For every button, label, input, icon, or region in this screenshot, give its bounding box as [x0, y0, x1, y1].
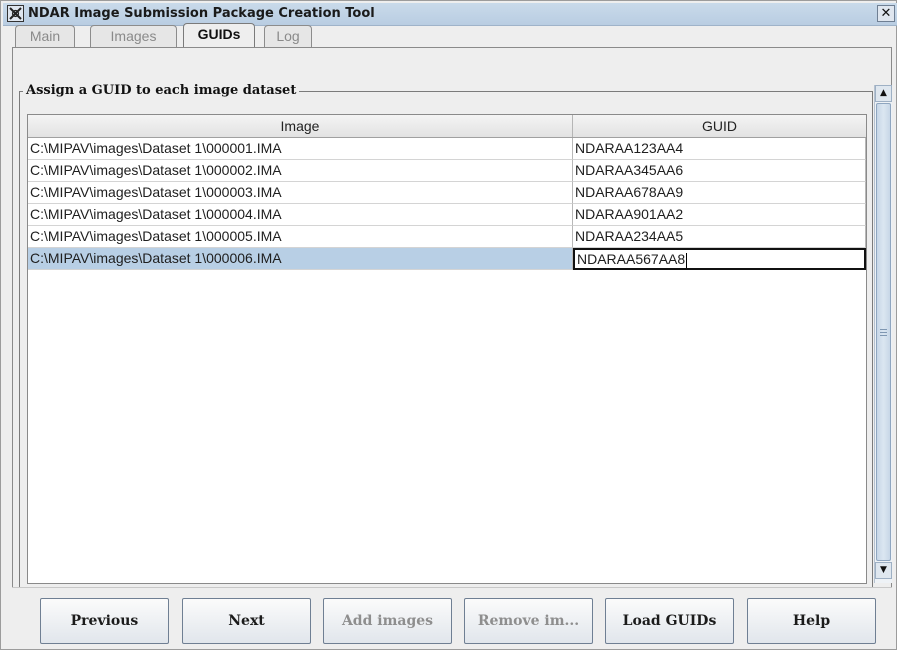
add-images-button[interactable]: Add images	[323, 598, 452, 644]
text-caret	[686, 252, 688, 268]
close-button[interactable]: ✕	[877, 5, 895, 22]
image-path-cell[interactable]: C:\MIPAV\images\Dataset 1\000006.IMA	[28, 248, 573, 270]
load-guids-button[interactable]: Load GUIDs	[605, 598, 734, 644]
guid-table: Image GUID C:\MIPAV\images\Dataset 1\000…	[27, 114, 867, 584]
ndar-app-icon	[7, 5, 24, 22]
table-row-selected[interactable]: C:\MIPAV\images\Dataset 1\000006.IMA NDA…	[28, 248, 866, 270]
guid-edit-value: NDARAA567AA8	[577, 251, 686, 267]
image-path-cell[interactable]: C:\MIPAV\images\Dataset 1\000004.IMA	[28, 204, 573, 226]
column-header-image[interactable]: Image	[28, 115, 573, 137]
title-bar[interactable]: NDAR Image Submission Package Creation T…	[3, 3, 897, 26]
scroll-down-arrow-icon[interactable]: ▼	[875, 562, 892, 579]
app-window: NDAR Image Submission Package Creation T…	[0, 0, 897, 650]
column-header-guid[interactable]: GUID	[573, 115, 866, 137]
remove-images-button[interactable]: Remove im...	[464, 598, 593, 644]
scrollbar-thumb[interactable]	[876, 103, 891, 561]
tab-guids[interactable]: GUIDs	[183, 23, 255, 48]
group-title: Assign a GUID to each image dataset	[23, 83, 300, 98]
tab-log[interactable]: Log	[264, 25, 312, 47]
previous-button[interactable]: Previous	[40, 598, 169, 644]
tab-images[interactable]: Images	[90, 25, 177, 47]
guid-cell[interactable]: NDARAA678AA9	[573, 182, 866, 204]
window-title: NDAR Image Submission Package Creation T…	[28, 6, 375, 21]
vertical-scrollbar[interactable]: ▲ ▼	[874, 85, 892, 583]
image-path-cell[interactable]: C:\MIPAV\images\Dataset 1\000002.IMA	[28, 160, 573, 182]
tab-main[interactable]: Main	[15, 25, 75, 47]
image-path-cell[interactable]: C:\MIPAV\images\Dataset 1\000001.IMA	[28, 138, 573, 160]
guid-cell[interactable]: NDARAA234AA5	[573, 226, 866, 248]
image-path-cell[interactable]: C:\MIPAV\images\Dataset 1\000003.IMA	[28, 182, 573, 204]
table-row[interactable]: C:\MIPAV\images\Dataset 1\000005.IMA NDA…	[28, 226, 866, 248]
divider	[12, 587, 892, 588]
guid-edit-field[interactable]: NDARAA567AA8	[573, 248, 866, 270]
help-button[interactable]: Help	[747, 598, 876, 644]
table-row[interactable]: C:\MIPAV\images\Dataset 1\000003.IMA NDA…	[28, 182, 866, 204]
table-header: Image GUID	[28, 115, 866, 138]
table-row[interactable]: C:\MIPAV\images\Dataset 1\000002.IMA NDA…	[28, 160, 866, 182]
grip-line	[880, 332, 887, 333]
scroll-up-arrow-icon[interactable]: ▲	[875, 85, 892, 102]
grip-line	[880, 335, 887, 336]
next-button[interactable]: Next	[182, 598, 311, 644]
grip-line	[880, 329, 887, 330]
table-row[interactable]: C:\MIPAV\images\Dataset 1\000004.IMA NDA…	[28, 204, 866, 226]
guid-cell[interactable]: NDARAA901AA2	[573, 204, 866, 226]
guid-cell[interactable]: NDARAA123AA4	[573, 138, 866, 160]
table-row[interactable]: C:\MIPAV\images\Dataset 1\000001.IMA NDA…	[28, 138, 866, 160]
image-path-cell[interactable]: C:\MIPAV\images\Dataset 1\000005.IMA	[28, 226, 573, 248]
guid-cell[interactable]: NDARAA345AA6	[573, 160, 866, 182]
